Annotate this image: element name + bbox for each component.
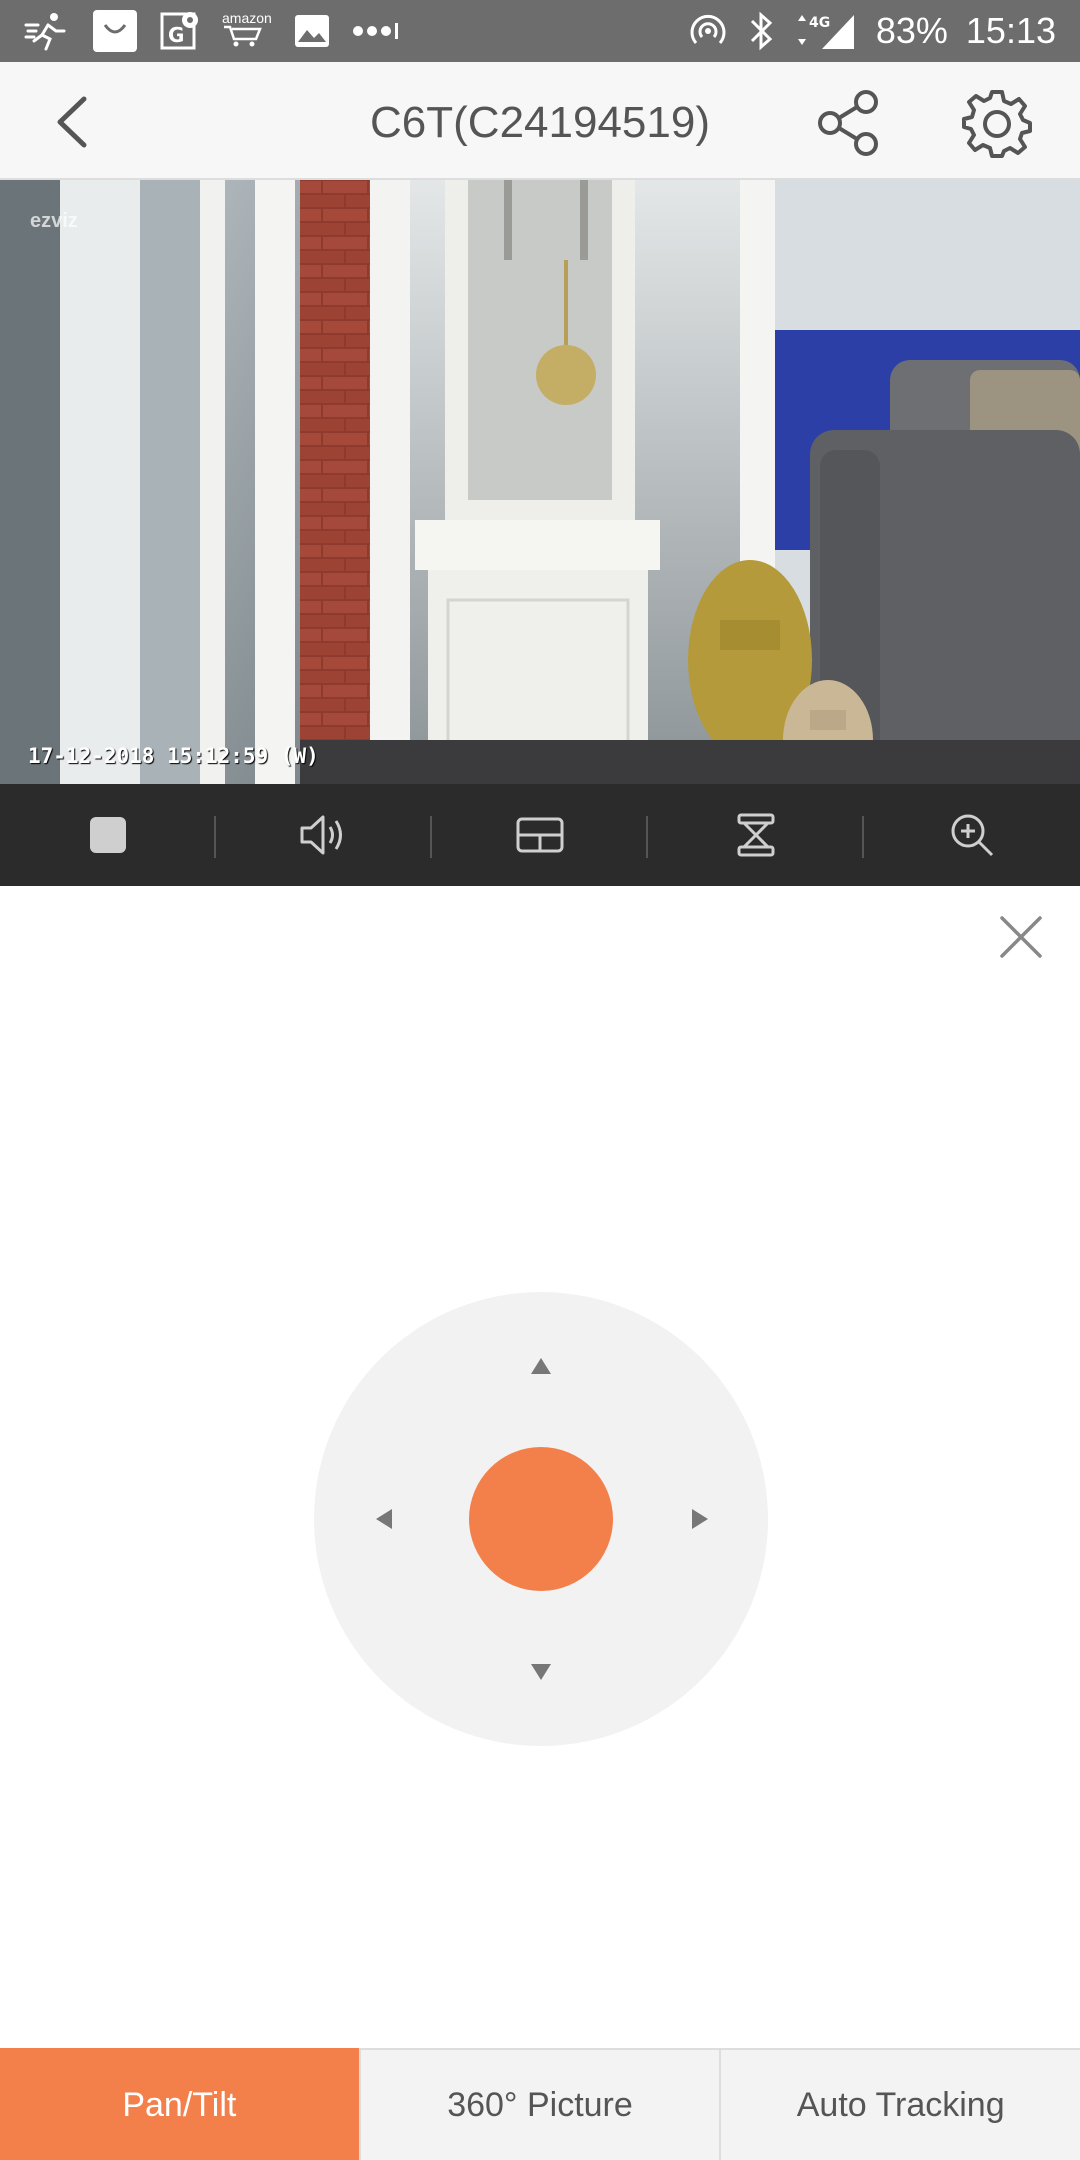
player-toolbar: [0, 784, 1080, 886]
settings-button[interactable]: [962, 88, 1032, 158]
live-video-feed[interactable]: ezviz 17-12-2018 15:12:59 (W): [0, 180, 1080, 784]
network-label: 4G: [809, 15, 830, 31]
gallery-icon: [294, 9, 330, 53]
amazon-icon: amazon: [222, 9, 272, 53]
tilt-up-button[interactable]: [521, 1346, 561, 1386]
triangle-left-icon: [376, 1509, 392, 1529]
close-icon: [1000, 916, 1042, 958]
clock: 15:13: [965, 10, 1056, 51]
hotspot-icon: [688, 9, 728, 53]
svg-text:G: G: [168, 23, 184, 47]
share-icon: [818, 90, 878, 156]
mobile-data-icon: 4G: [794, 9, 858, 53]
stop-button[interactable]: [0, 784, 216, 886]
maps-icon: G: [160, 9, 200, 53]
activity-icon: [24, 9, 70, 53]
gear-icon: [962, 90, 1032, 158]
quality-icon: [516, 817, 564, 853]
triangle-right-icon: [692, 1509, 708, 1529]
ptz-button[interactable]: [648, 784, 864, 886]
more-dots-icon: [352, 9, 400, 53]
app-root: { "status_bar": { "battery": "83%", "tim…: [0, 0, 1080, 2160]
close-panel-button[interactable]: [996, 912, 1046, 962]
tab-auto-tracking[interactable]: Auto Tracking: [719, 2048, 1080, 2160]
app-header: C6T(C24194519): [0, 62, 1080, 180]
pan-left-button[interactable]: [364, 1499, 404, 1539]
stop-icon: [90, 817, 126, 853]
video-timestamp: 17-12-2018 15:12:59 (W): [28, 744, 319, 768]
mode-tabs: Pan/Tilt 360° Picture Auto Tracking: [0, 2048, 1080, 2160]
zoom-button[interactable]: [864, 784, 1080, 886]
status-bar: G amazon 4G 83% 15:13: [0, 0, 1080, 62]
ptz-icon: [737, 813, 775, 857]
tab-360-picture[interactable]: 360° Picture: [358, 2048, 720, 2160]
bluetooth-icon: [746, 9, 776, 53]
shopping-bag-icon: [92, 9, 138, 53]
zoom-in-icon: [951, 814, 994, 857]
triangle-down-icon: [531, 1664, 551, 1680]
amazon-label: amazon: [222, 9, 272, 26]
camera-frame-image: [0, 180, 1080, 784]
tilt-down-button[interactable]: [521, 1652, 561, 1692]
direction-pad[interactable]: [314, 1292, 768, 1746]
share-button[interactable]: [814, 88, 884, 158]
quality-button[interactable]: [432, 784, 648, 886]
camera-watermark: ezviz: [30, 210, 78, 232]
joystick-knob[interactable]: [469, 1447, 613, 1591]
volume-icon: [300, 815, 342, 855]
pan-right-button[interactable]: [680, 1499, 720, 1539]
battery-level: 83%: [875, 10, 948, 51]
triangle-up-icon: [531, 1358, 551, 1374]
tab-pan-tilt[interactable]: Pan/Tilt: [0, 2048, 359, 2160]
sound-button[interactable]: [216, 784, 432, 886]
ptz-control-panel: [0, 886, 1080, 2048]
page-title: C6T(C24194519): [370, 98, 710, 147]
